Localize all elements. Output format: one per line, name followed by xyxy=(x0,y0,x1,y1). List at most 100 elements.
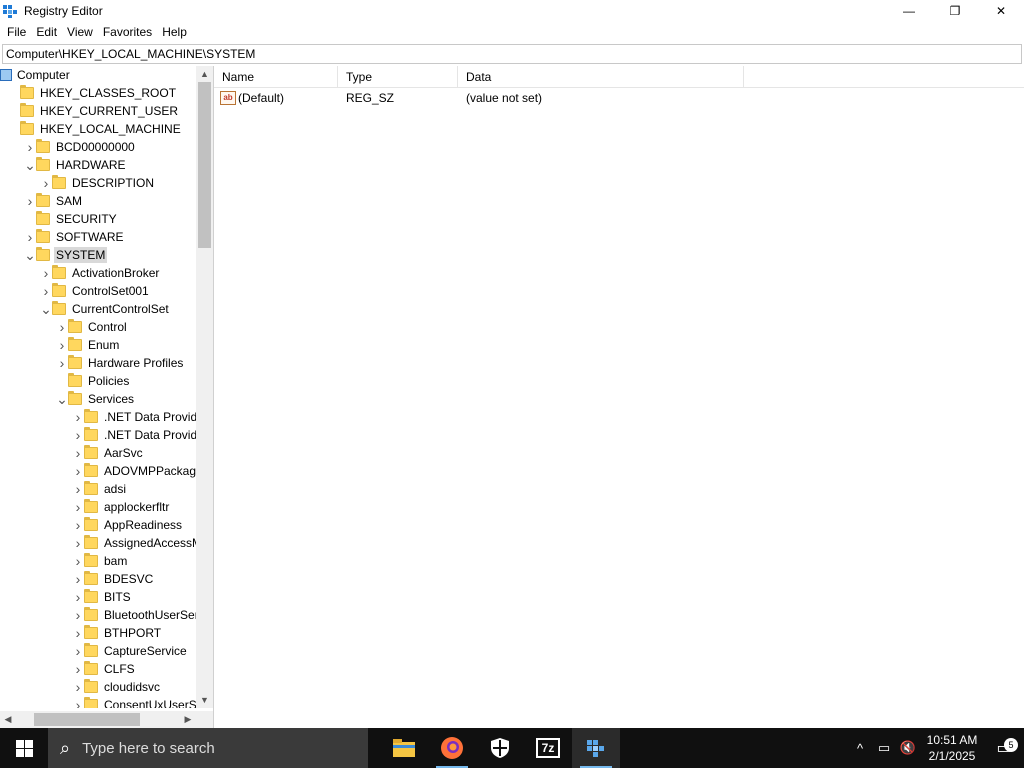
tree-node[interactable]: HKEY_CLASSES_ROOT xyxy=(8,84,178,102)
expand-chevron-icon[interactable]: › xyxy=(40,282,52,300)
tree-node[interactable]: ⌄ SYSTEM xyxy=(24,246,108,264)
tree-node[interactable]: › Enum xyxy=(56,336,121,354)
tree-node[interactable]: SECURITY xyxy=(24,210,119,228)
menu-help[interactable]: Help xyxy=(157,22,192,42)
action-center-button[interactable]: ▭ 5 xyxy=(984,738,1024,758)
expand-chevron-icon[interactable]: › xyxy=(72,534,84,552)
network-icon[interactable]: ▭ xyxy=(872,740,896,756)
tree-node[interactable]: › ConsentUxUserSvc xyxy=(72,696,196,708)
expand-chevron-icon[interactable]: › xyxy=(72,498,84,516)
expand-chevron-icon[interactable]: › xyxy=(72,588,84,606)
column-header-type[interactable]: Type xyxy=(338,66,458,87)
menu-view[interactable]: View xyxy=(62,22,98,42)
volume-muted-icon[interactable]: 🔇 xyxy=(896,740,920,756)
expand-chevron-icon[interactable]: › xyxy=(72,426,84,444)
clock[interactable]: 10:51 AM 2/1/2025 xyxy=(920,732,984,764)
taskbar-windows-security[interactable] xyxy=(476,728,524,768)
close-button[interactable]: ✕ xyxy=(978,0,1024,22)
tree-vertical-scroll-thumb[interactable] xyxy=(198,82,211,248)
expand-chevron-icon[interactable]: › xyxy=(72,516,84,534)
collapse-chevron-icon[interactable]: ⌄ xyxy=(40,300,52,318)
tree-node[interactable]: › BITS xyxy=(72,588,133,606)
expand-chevron-icon[interactable]: › xyxy=(72,606,84,624)
tree-node[interactable]: › ADOVMPPackage xyxy=(72,462,196,480)
expand-chevron-icon[interactable]: › xyxy=(72,660,84,678)
expand-chevron-icon[interactable]: › xyxy=(72,570,84,588)
collapse-chevron-icon[interactable]: ⌄ xyxy=(24,246,36,264)
scroll-up-arrow-icon[interactable]: ▲ xyxy=(196,66,213,82)
expand-chevron-icon[interactable]: › xyxy=(72,462,84,480)
title-bar[interactable]: Registry Editor — ❐ ✕ xyxy=(0,0,1024,22)
expand-chevron-icon[interactable]: › xyxy=(72,480,84,498)
tree-node[interactable]: ⌄ HARDWARE xyxy=(24,156,128,174)
tree-node[interactable]: › .NET Data Provider xyxy=(72,408,196,426)
column-header-name[interactable]: Name xyxy=(214,66,338,87)
expand-chevron-icon[interactable]: › xyxy=(72,444,84,462)
minimize-button[interactable]: — xyxy=(886,0,932,22)
tree-node[interactable]: › BTHPORT xyxy=(72,624,163,642)
tree-node[interactable]: › ControlSet001 xyxy=(40,282,151,300)
tree-node[interactable]: Computer xyxy=(0,66,72,84)
tree-node[interactable]: › Hardware Profiles xyxy=(56,354,185,372)
tree-node[interactable]: › Control xyxy=(56,318,129,336)
expand-chevron-icon[interactable]: › xyxy=(72,696,84,708)
tree-node[interactable]: › AarSvc xyxy=(72,444,145,462)
tree-node[interactable]: › SOFTWARE xyxy=(24,228,126,246)
tree-node[interactable]: › AppReadiness xyxy=(72,516,184,534)
value-row[interactable]: ab (Default) REG_SZ (value not set) xyxy=(214,88,1024,108)
tree-node[interactable]: ⌄ Services xyxy=(56,390,136,408)
expand-chevron-icon[interactable]: › xyxy=(24,192,36,210)
tree-node[interactable]: HKEY_CURRENT_USER xyxy=(8,102,180,120)
expand-chevron-icon[interactable]: › xyxy=(40,264,52,282)
tree-node[interactable]: › CaptureService xyxy=(72,642,189,660)
tree-node[interactable]: HKEY_LOCAL_MACHINE xyxy=(8,120,183,138)
start-button[interactable] xyxy=(0,728,48,768)
tree-node[interactable]: › BCD00000000 xyxy=(24,138,137,156)
tree-horizontal-scrollbar[interactable]: ◀ ▶ xyxy=(0,711,196,728)
tree-node[interactable]: › bam xyxy=(72,552,129,570)
menu-edit[interactable]: Edit xyxy=(31,22,62,42)
expand-chevron-icon[interactable]: › xyxy=(72,624,84,642)
chevron-up-icon[interactable]: ^ xyxy=(848,741,872,756)
expand-chevron-icon[interactable]: › xyxy=(72,408,84,426)
tree-node[interactable]: › DESCRIPTION xyxy=(40,174,156,192)
maximize-button[interactable]: ❐ xyxy=(932,0,978,22)
tree-horizontal-scroll-thumb[interactable] xyxy=(34,713,140,726)
taskbar-search-box[interactable]: ⌕ Type here to search xyxy=(48,728,368,768)
taskbar-file-explorer[interactable] xyxy=(380,728,428,768)
taskbar-7zip[interactable]: 7z xyxy=(524,728,572,768)
tree-node[interactable]: › cloudidsvc xyxy=(72,678,162,696)
tree-node[interactable]: ⌄ CurrentControlSet xyxy=(40,300,171,318)
tree-node[interactable]: › adsi xyxy=(72,480,128,498)
expand-chevron-icon[interactable]: › xyxy=(56,318,68,336)
expand-chevron-icon[interactable]: › xyxy=(72,642,84,660)
expand-chevron-icon[interactable]: › xyxy=(72,552,84,570)
scroll-right-arrow-icon[interactable]: ▶ xyxy=(180,711,196,728)
tree-node[interactable]: › .NET Data Provider xyxy=(72,426,196,444)
collapse-chevron-icon[interactable]: ⌄ xyxy=(24,156,36,174)
tree-node[interactable]: › CLFS xyxy=(72,660,137,678)
tree-node[interactable]: › BluetoothUserServi xyxy=(72,606,196,624)
tree-node[interactable]: › applockerfltr xyxy=(72,498,171,516)
tree-node[interactable]: › ActivationBroker xyxy=(40,264,161,282)
address-bar[interactable]: Computer\HKEY_LOCAL_MACHINE\SYSTEM xyxy=(2,44,1022,64)
scroll-left-arrow-icon[interactable]: ◀ xyxy=(0,711,16,728)
tree-node[interactable]: › BDESVC xyxy=(72,570,155,588)
tree-node[interactable]: › SAM xyxy=(24,192,84,210)
tree-vertical-scrollbar[interactable]: ▲ ▼ xyxy=(196,66,213,708)
expand-chevron-icon[interactable]: › xyxy=(24,138,36,156)
column-header-data[interactable]: Data xyxy=(458,66,744,87)
expand-chevron-icon[interactable]: › xyxy=(56,354,68,372)
collapse-chevron-icon[interactable]: ⌄ xyxy=(56,390,68,408)
tree-node[interactable]: › AssignedAccessMa xyxy=(72,534,196,552)
tree-node[interactable]: Policies xyxy=(56,372,131,390)
scroll-down-arrow-icon[interactable]: ▼ xyxy=(196,692,213,708)
expand-chevron-icon[interactable]: › xyxy=(72,678,84,696)
expand-chevron-icon[interactable]: › xyxy=(40,174,52,192)
taskbar-registry-editor[interactable] xyxy=(572,728,620,768)
menu-favorites[interactable]: Favorites xyxy=(98,22,157,42)
expand-chevron-icon[interactable]: › xyxy=(24,228,36,246)
taskbar-firefox[interactable] xyxy=(428,728,476,768)
expand-chevron-icon[interactable]: › xyxy=(56,336,68,354)
menu-file[interactable]: File xyxy=(2,22,31,42)
